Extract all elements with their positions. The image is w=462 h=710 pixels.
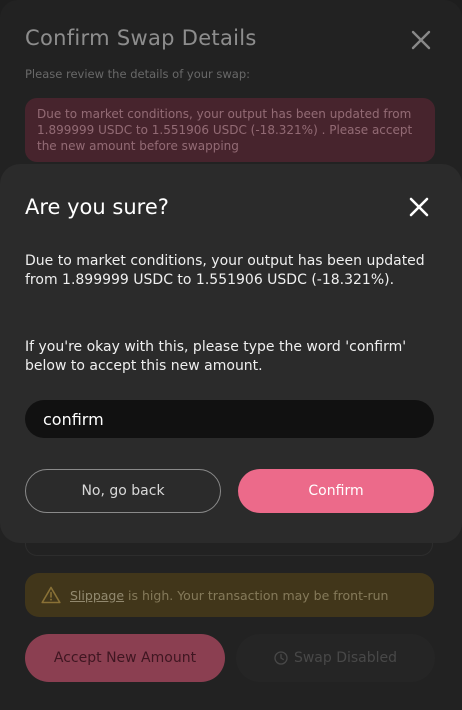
- swap-disabled-button[interactable]: Swap Disabled: [236, 634, 435, 682]
- modal-message: Due to market conditions, your output ha…: [25, 253, 425, 288]
- close-icon[interactable]: [408, 27, 434, 53]
- go-back-button[interactable]: No, go back: [25, 469, 221, 513]
- modal-instruction: If you're okay with this, please type th…: [25, 339, 407, 374]
- clock-icon: [274, 651, 288, 665]
- swap-disabled-label: Swap Disabled: [293, 650, 398, 666]
- warning-triangle-icon: [41, 586, 61, 604]
- confirm-input[interactable]: [25, 400, 434, 438]
- slippage-warning: Slippage is high. Your transaction may b…: [25, 573, 434, 617]
- slippage-text: is high. Your transaction may be front-r…: [128, 587, 389, 603]
- price-update-warning: Due to market conditions, your output ha…: [25, 98, 435, 162]
- dialog-title: Confirm Swap Details: [25, 26, 257, 50]
- modal-title: Are you sure?: [25, 195, 169, 219]
- are-you-sure-modal: Are you sure? Due to market conditions, …: [0, 164, 462, 543]
- swap-page: Confirm Swap Details Please review the d…: [0, 0, 462, 710]
- dialog-subtitle: Please review the details of your swap:: [25, 67, 251, 81]
- accept-new-amount-button[interactable]: Accept New Amount: [25, 634, 225, 682]
- confirm-button[interactable]: Confirm: [238, 469, 434, 513]
- slippage-link[interactable]: Slippage: [70, 588, 124, 603]
- close-icon[interactable]: [406, 194, 432, 220]
